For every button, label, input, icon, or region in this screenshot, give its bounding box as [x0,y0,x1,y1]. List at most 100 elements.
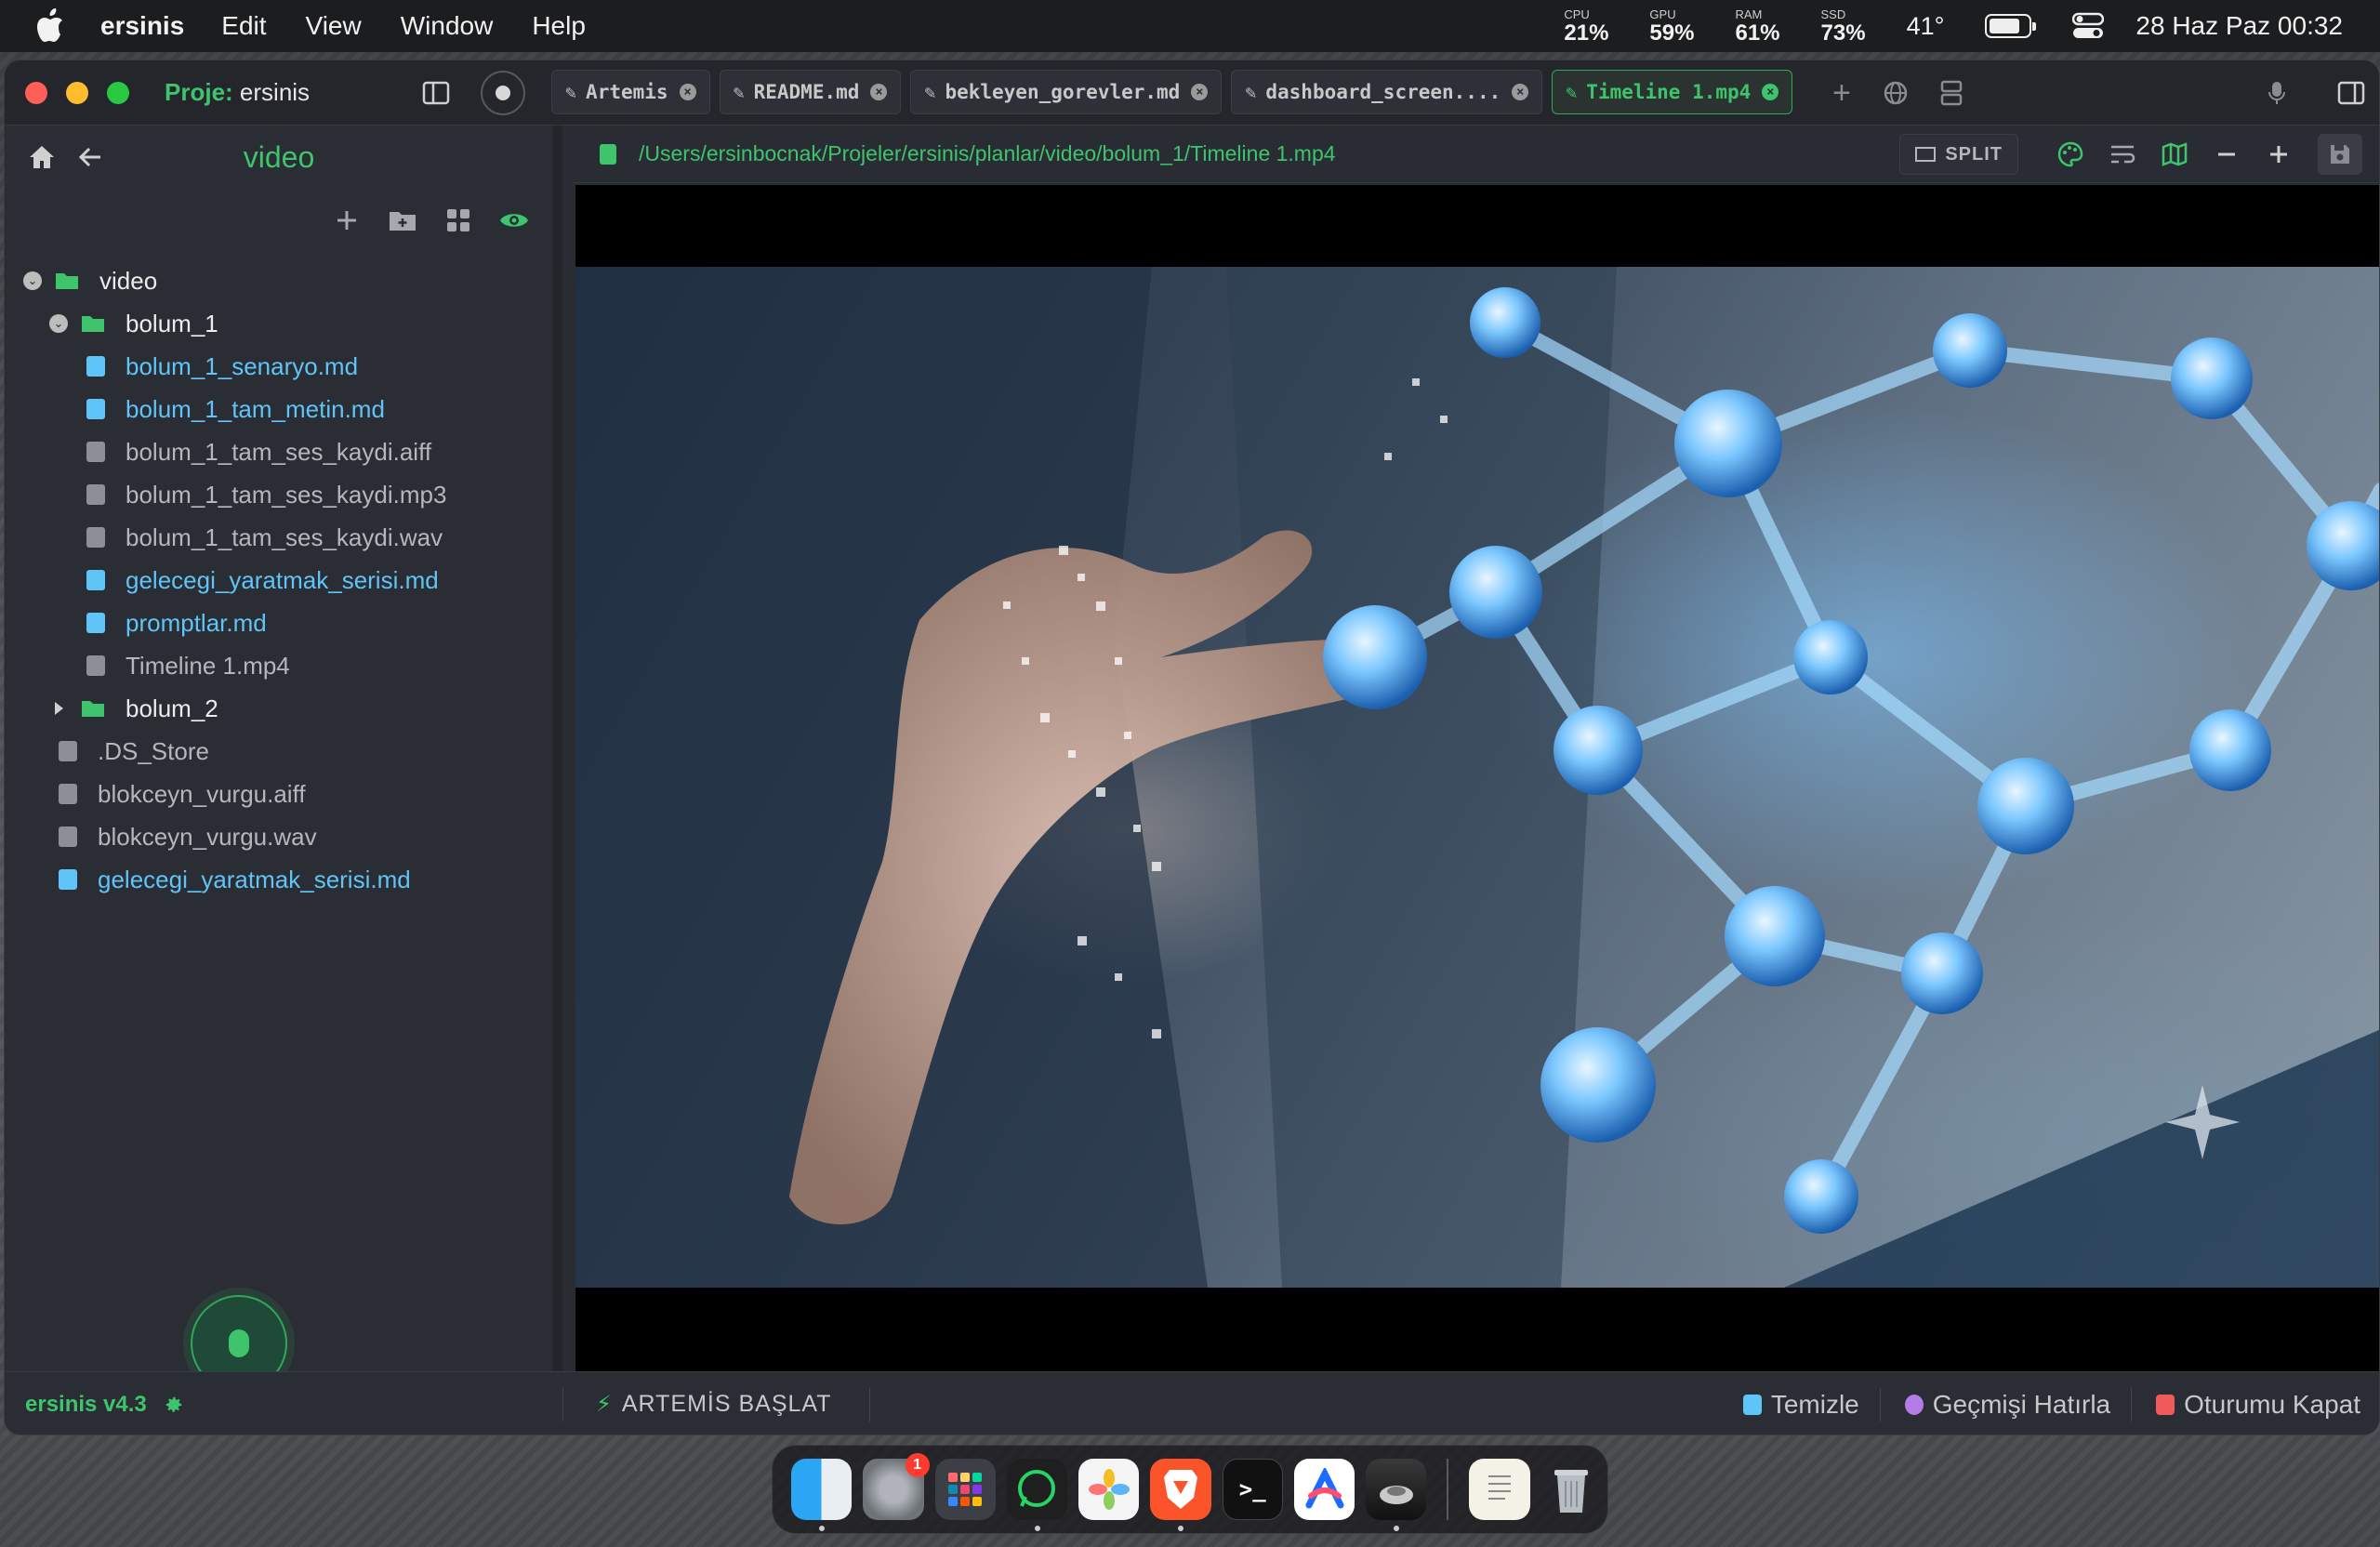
finder-icon[interactable] [791,1459,853,1531]
menu-view[interactable]: View [306,11,362,41]
wrap-text-icon[interactable] [2104,136,2141,173]
arc-icon[interactable] [1293,1459,1355,1520]
clock[interactable]: 28 Haz Paz 00:32 [2135,11,2343,41]
file-row[interactable]: gelecegi_yaratmak_serisi.md [5,858,553,901]
file-row[interactable]: blokceyn_vurgu.wav [5,815,553,858]
close-tab-icon[interactable]: × [1512,84,1529,100]
launchpad-icon[interactable] [934,1459,996,1520]
expand-chevron-icon[interactable] [49,699,68,718]
close-window-button[interactable] [25,81,47,104]
file-row[interactable]: bolum_1_tam_ses_kaydi.mp3 [5,473,553,516]
tree-item-label: video [99,266,158,295]
eye-icon[interactable] [496,202,533,239]
file-row[interactable]: blokceyn_vurgu.aiff [5,773,553,815]
mousecape-icon[interactable] [1366,1459,1427,1531]
textedit-document-icon[interactable] [1469,1459,1530,1520]
markdown-file-icon [86,570,105,590]
folder-row[interactable]: ⌄ video [5,259,553,302]
start-artemis-button[interactable]: ⚡ ARTEMİS BAŞLAT [596,1391,832,1418]
tab-label: bekleyen_gorevler.md [945,81,1181,103]
save-button[interactable] [2318,134,2362,175]
end-session-button[interactable]: Oturumu Kapat [2156,1390,2360,1420]
trash-icon[interactable] [1541,1459,1602,1520]
tab-readme[interactable]: ✎ README.md × [719,70,902,114]
sidebar-toolbar [310,202,533,239]
file-path[interactable]: /Users/ersinbocnak/Projeler/ersinis/plan… [639,141,1336,166]
close-tab-icon[interactable]: × [1762,84,1779,100]
whatsapp-icon[interactable] [1006,1459,1068,1531]
system-settings-icon[interactable]: 1 [863,1453,930,1520]
menu-window[interactable]: Window [401,11,494,41]
file-row[interactable]: promptlar.md [5,602,553,644]
zoom-window-button[interactable] [107,81,129,104]
collapse-chevron-icon[interactable]: ⌄ [23,271,42,290]
add-tab-button[interactable]: + [1832,74,1851,112]
file-row[interactable]: gelecegi_yaratmak_serisi.md [5,559,553,602]
markdown-file-icon [86,356,105,377]
gpu-stat[interactable]: GPU 59% [1649,8,1694,45]
tab-artemis[interactable]: ✎ Artemis × [551,70,710,114]
apple-icon[interactable] [35,7,69,45]
layout-rows-icon[interactable] [1933,74,1970,112]
end-session-label: Oturumu Kapat [2184,1390,2360,1419]
clear-button[interactable]: Temizle [1742,1390,1859,1420]
grid-view-icon[interactable] [440,202,477,239]
file-row[interactable]: bolum_1_senaryo.md [5,345,553,388]
history-icon [1904,1395,1924,1415]
zoom-out-icon[interactable] [2208,136,2245,173]
folder-row[interactable]: ⌄ bolum_1 [5,302,553,345]
tab-timeline-mp4[interactable]: ✎ Timeline 1.mp4 × [1552,70,1793,114]
control-center-icon[interactable] [2072,12,2105,40]
ssd-stat[interactable]: SSD 73% [1821,8,1866,45]
file-icon [59,741,77,761]
map-icon[interactable] [2156,136,2193,173]
status-divider [869,1387,870,1421]
menu-edit[interactable]: Edit [221,11,266,41]
clear-label: Temizle [1770,1390,1859,1419]
gear-icon[interactable] [164,1395,184,1415]
tab-bekleyen-gorevler[interactable]: ✎ bekleyen_gorevler.md × [910,70,1223,114]
version-label: ersinis v4.3 [25,1392,184,1418]
tree-item-label: blokceyn_vurgu.wav [98,822,317,851]
file-row[interactable]: bolum_1_tam_metin.md [5,388,553,430]
video-frame[interactable] [575,267,2379,1288]
collapse-chevron-icon[interactable]: ⌄ [49,314,68,333]
split-button[interactable]: SPLIT [1899,134,2018,175]
video-viewer[interactable] [575,185,2379,1371]
record-button[interactable] [481,71,525,115]
ram-stat[interactable]: RAM 61% [1735,8,1779,45]
tab-dashboard-screen[interactable]: ✎ dashboard_screen.... × [1231,70,1543,114]
file-icon [86,655,105,676]
file-row[interactable]: bolum_1_tam_ses_kaydi.wav [5,516,553,559]
start-artemis-label: ARTEMİS BAŞLAT [621,1391,832,1417]
photos-icon[interactable] [1078,1459,1140,1520]
markdown-file-icon [86,613,105,633]
brave-icon[interactable] [1150,1459,1211,1531]
minimize-window-button[interactable] [66,81,88,104]
new-folder-icon[interactable] [384,202,421,239]
battery-icon[interactable] [1985,14,2037,38]
sidebar-toggle-icon[interactable] [417,74,455,112]
recall-history-button[interactable]: Geçmişi Hatırla [1904,1390,2110,1420]
cpu-stat[interactable]: CPU 21% [1564,8,1608,45]
temperature[interactable]: 41° [1907,12,1945,41]
zoom-in-icon[interactable] [2260,136,2297,173]
terminal-icon[interactable]: >_ [1222,1459,1283,1520]
file-row[interactable]: bolum_1_tam_ses_kaydi.aiff [5,430,553,473]
menu-help[interactable]: Help [532,11,586,41]
pencil-icon: ✎ [924,81,936,103]
close-tab-icon[interactable]: × [870,84,888,100]
right-panel-toggle-icon[interactable] [2333,74,2370,112]
dock-divider [1447,1459,1449,1520]
menubar-app-name[interactable]: ersinis [100,11,184,41]
close-tab-icon[interactable]: × [679,84,696,100]
globe-icon[interactable] [1877,74,1914,112]
folder-row[interactable]: bolum_2 [5,687,553,730]
file-row[interactable]: .DS_Store [5,730,553,773]
file-row[interactable]: Timeline 1.mp4 [5,644,553,687]
close-tab-icon[interactable]: × [1191,84,1209,100]
new-file-icon[interactable] [328,202,365,239]
palette-icon[interactable] [2052,136,2089,173]
tree-item-label: Timeline 1.mp4 [126,651,290,680]
microphone-icon[interactable] [2258,74,2295,112]
